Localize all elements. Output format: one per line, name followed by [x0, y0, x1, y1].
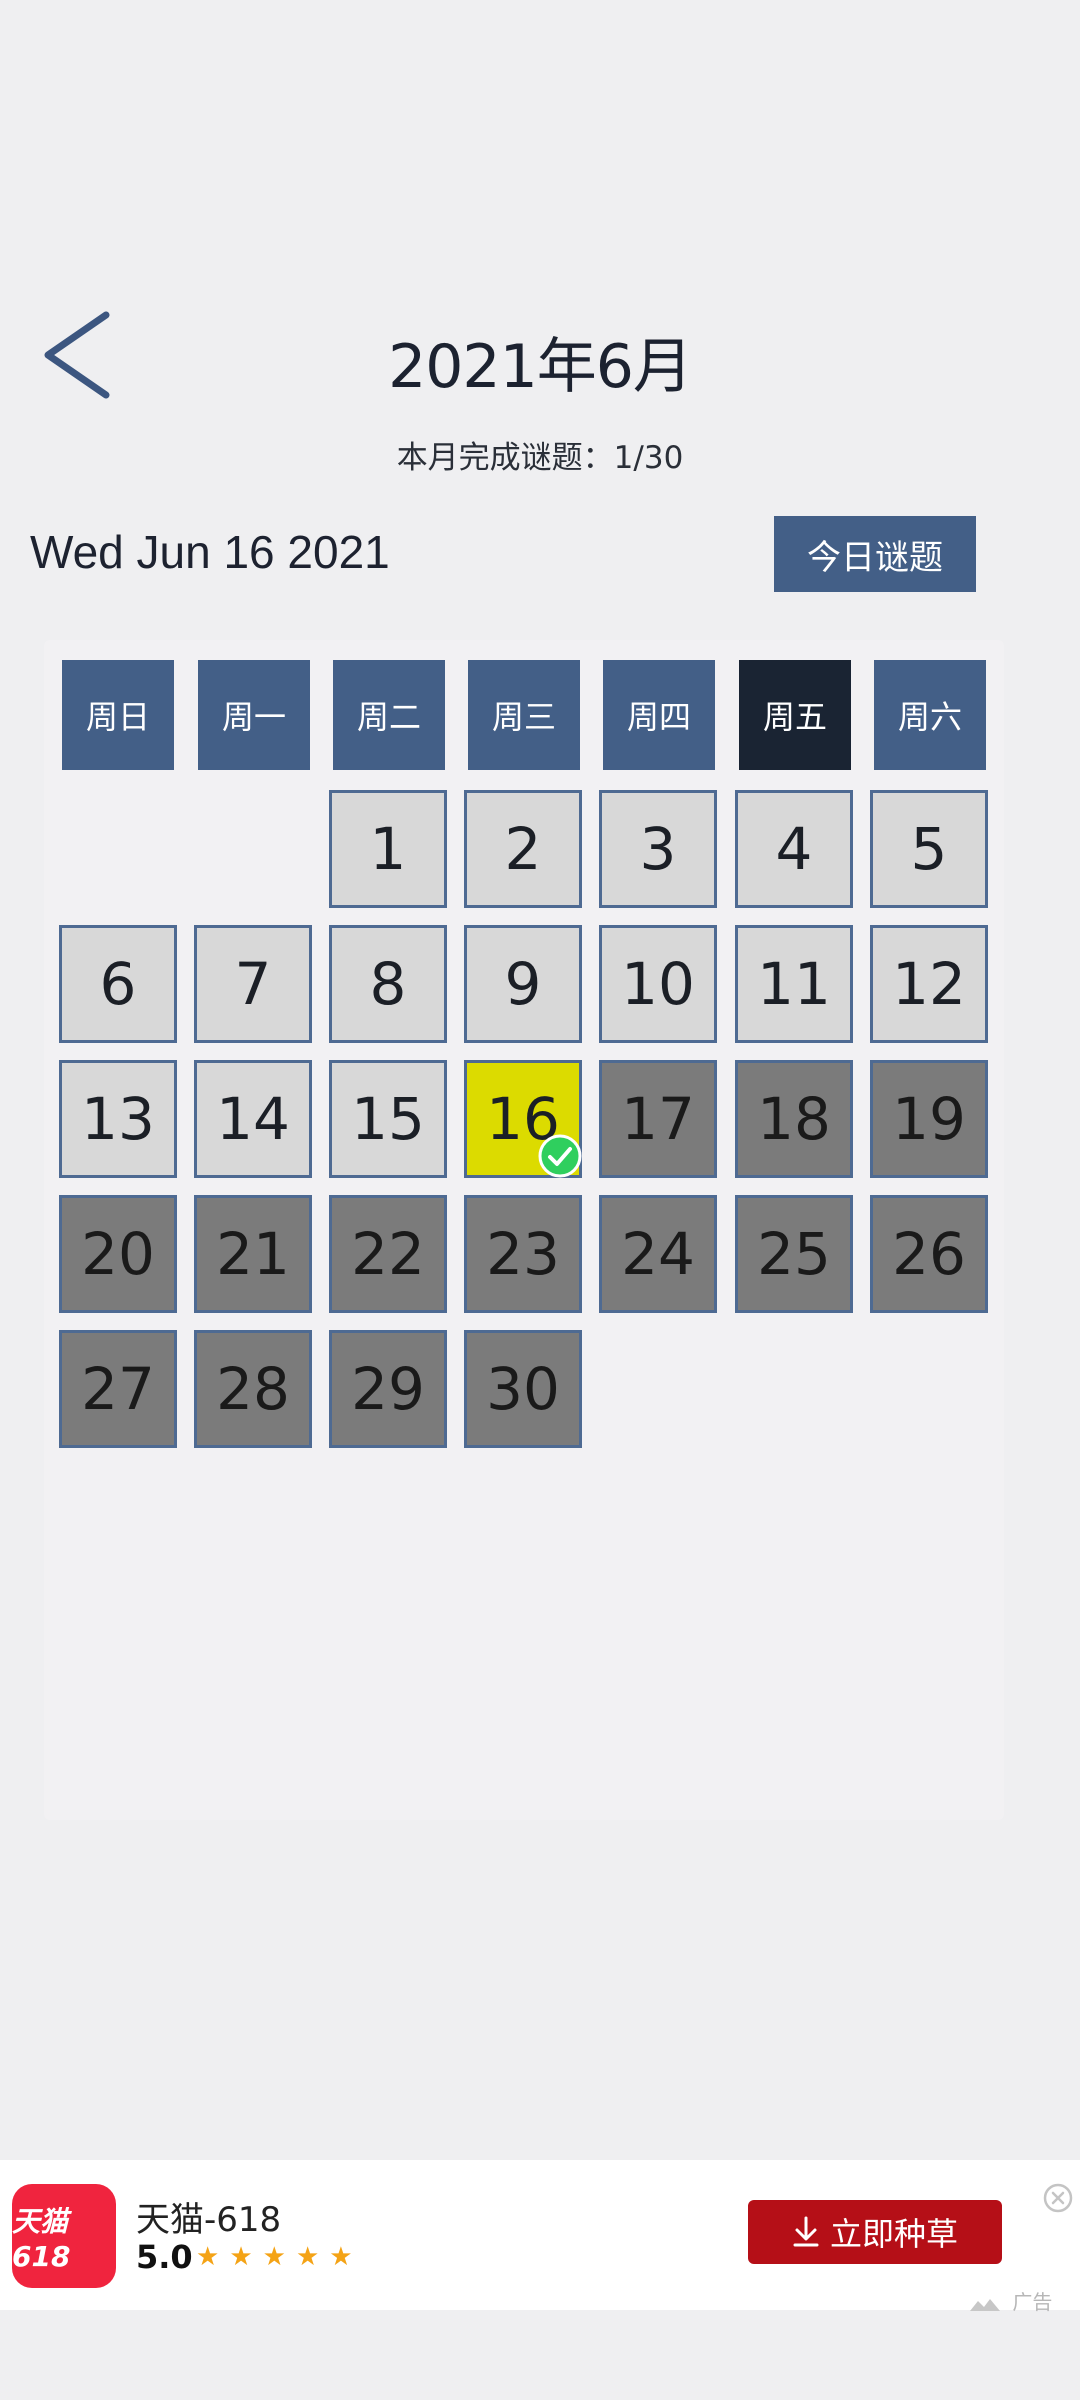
calendar-day-17[interactable]: 17 [599, 1060, 717, 1178]
calendar-day-9[interactable]: 9 [464, 925, 582, 1043]
calendar-day-5[interactable]: 5 [870, 790, 988, 908]
calendar-day-label: 4 [775, 815, 813, 883]
calendar-day-label: 27 [81, 1355, 155, 1423]
calendar-day-30[interactable]: 30 [464, 1330, 582, 1448]
calendar-day-label: 19 [892, 1085, 966, 1153]
calendar-day-2[interactable]: 2 [464, 790, 582, 908]
calendar-day-23[interactable]: 23 [464, 1195, 582, 1313]
completed-check-icon [538, 1134, 582, 1178]
calendar-day-label: 1 [369, 815, 407, 883]
calendar-day-label: 20 [81, 1220, 155, 1288]
calendar-day-label: 26 [892, 1220, 966, 1288]
calendar-day-11[interactable]: 11 [735, 925, 853, 1043]
calendar-day-label: 28 [216, 1355, 290, 1423]
calendar-day-label: 10 [621, 950, 695, 1018]
star-icon: ★ [329, 2242, 353, 2272]
star-icon: ★ [262, 2242, 286, 2272]
calendar-day-15[interactable]: 15 [329, 1060, 447, 1178]
calendar-day-22[interactable]: 22 [329, 1195, 447, 1313]
calendar-day-label: 24 [621, 1220, 695, 1288]
weekday-5: 周五 [739, 660, 851, 770]
ad-tag-label: 广告 [1012, 2290, 1053, 2314]
today-puzzle-button[interactable]: 今日谜题 [774, 516, 976, 592]
calendar-day-label: 18 [757, 1085, 831, 1153]
ad-title[interactable]: 天猫-618 [136, 2192, 281, 2241]
calendar-day-4[interactable]: 4 [735, 790, 853, 908]
monthly-progress: 本月完成谜题：1/30 [396, 440, 684, 476]
month-title: 2021年6月 [388, 332, 693, 402]
star-icon: ★ [196, 2242, 220, 2272]
weekday-2: 周二 [333, 660, 445, 770]
calendar-day-1[interactable]: 1 [329, 790, 447, 908]
calendar-day-28[interactable]: 28 [194, 1330, 312, 1448]
ad-cta-label: 立即种草 [829, 2215, 958, 2253]
calendar-day-19[interactable]: 19 [870, 1060, 988, 1178]
calendar-day-label: 15 [351, 1085, 425, 1153]
calendar-day-6[interactable]: 6 [59, 925, 177, 1043]
weekday-0: 周日 [62, 660, 174, 770]
calendar-day-14[interactable]: 14 [194, 1060, 312, 1178]
calendar-day-25[interactable]: 25 [735, 1195, 853, 1313]
calendar-day-label: 9 [504, 950, 542, 1018]
ad-network-icon [970, 2298, 1000, 2311]
calendar-day-label: 30 [486, 1355, 560, 1423]
calendar-day-label: 11 [757, 950, 831, 1018]
close-circle-icon [1043, 2183, 1073, 2213]
calendar-day-label: 29 [351, 1355, 425, 1423]
download-icon [793, 2216, 819, 2247]
calendar-day-label: 21 [216, 1220, 290, 1288]
weekday-6: 周六 [874, 660, 986, 770]
calendar-day-12[interactable]: 12 [870, 925, 988, 1043]
calendar-day-10[interactable]: 10 [599, 925, 717, 1043]
calendar-day-3[interactable]: 3 [599, 790, 717, 908]
calendar-day-26[interactable]: 26 [870, 1195, 988, 1313]
calendar-day-label: 22 [351, 1220, 425, 1288]
calendar-day-label: 5 [910, 815, 948, 883]
calendar-day-label: 13 [81, 1085, 155, 1153]
calendar-day-21[interactable]: 21 [194, 1195, 312, 1313]
calendar-day-label: 12 [892, 950, 966, 1018]
calendar-day-20[interactable]: 20 [59, 1195, 177, 1313]
ad-close-button[interactable] [1043, 2183, 1073, 2213]
weekday-3: 周三 [468, 660, 580, 770]
weekday-4: 周四 [603, 660, 715, 770]
star-icon: ★ [295, 2242, 320, 2272]
weekday-1: 周一 [198, 660, 310, 770]
star-icon: ★ [229, 2242, 253, 2272]
calendar-day-label: 2 [504, 815, 542, 883]
calendar-day-16[interactable]: 16 [464, 1060, 582, 1178]
ad-star-rating: ★ ★ ★ ★ ★ [196, 2242, 353, 2272]
calendar-day-label: 17 [621, 1085, 695, 1153]
ad-rating: 5.0 [136, 2238, 193, 2276]
ad-banner[interactable]: 天猫618 天猫-618 5.0 ★ ★ ★ ★ ★ 立即种草 [0, 2160, 1080, 2310]
calendar-day-label: 23 [486, 1220, 560, 1288]
calendar-day-8[interactable]: 8 [329, 925, 447, 1043]
calendar-day-7[interactable]: 7 [194, 925, 312, 1043]
calendar-day-29[interactable]: 29 [329, 1330, 447, 1448]
calendar-day-label: 3 [639, 815, 677, 883]
calendar-day-label: 8 [369, 950, 407, 1018]
today-date-label: Wed Jun 16 2021 [30, 526, 390, 578]
calendar-day-27[interactable]: 27 [59, 1330, 177, 1448]
calendar-day-18[interactable]: 18 [735, 1060, 853, 1178]
calendar-day-13[interactable]: 13 [59, 1060, 177, 1178]
calendar-day-24[interactable]: 24 [599, 1195, 717, 1313]
ad-app-logo[interactable]: 天猫618 [12, 2184, 116, 2288]
ad-tag: 广告 [970, 2286, 1052, 2315]
ad-cta-button[interactable]: 立即种草 [748, 2200, 1002, 2264]
calendar-day-label: 7 [234, 950, 272, 1018]
calendar-day-label: 25 [757, 1220, 831, 1288]
calendar-day-label: 6 [99, 950, 137, 1018]
calendar-day-label: 14 [216, 1085, 290, 1153]
